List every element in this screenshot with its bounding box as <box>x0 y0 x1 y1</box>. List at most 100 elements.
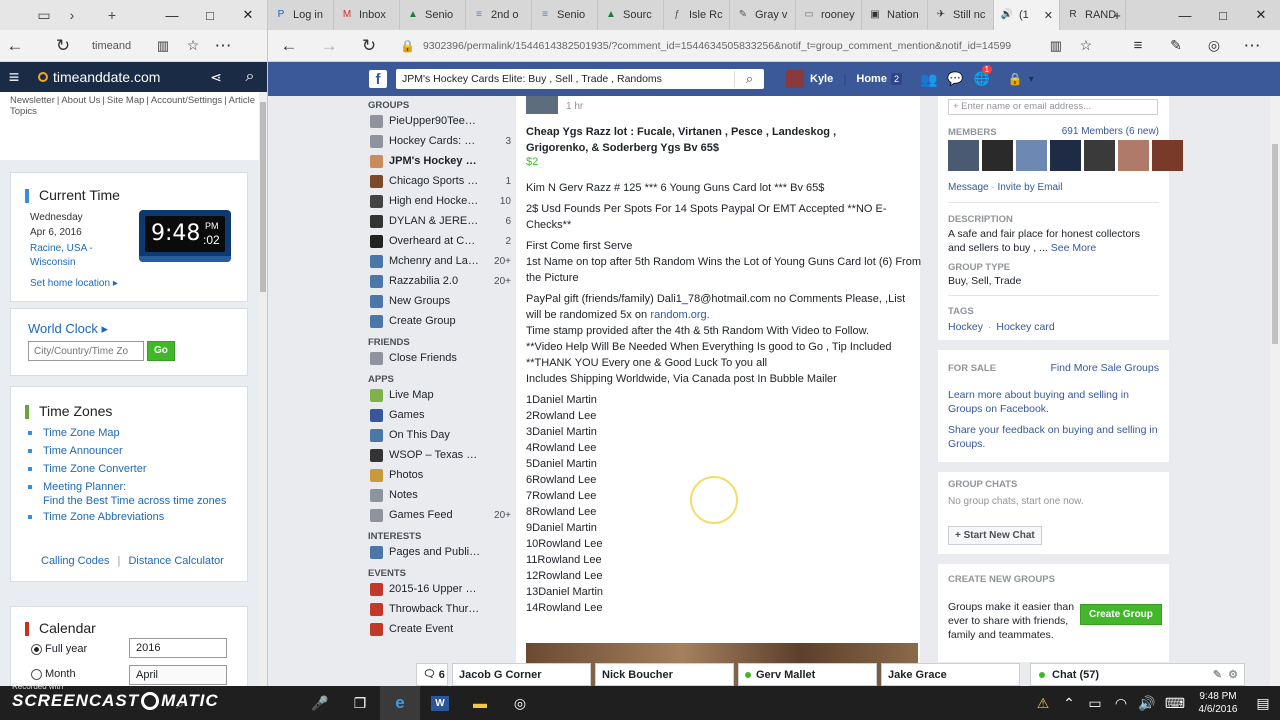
show-hidden-icons[interactable]: ⌃ <box>1056 686 1082 720</box>
member-avatar[interactable] <box>1152 140 1183 171</box>
nav-item[interactable]: Hockey Cards: Buy,... 3 <box>268 131 516 151</box>
tz-link-abbreviations[interactable]: Time Zone Abbreviations <box>25 508 245 526</box>
favorite-star-icon[interactable]: ☆ <box>1071 37 1101 54</box>
member-avatar[interactable] <box>1050 140 1081 171</box>
keyboard-icon[interactable]: ⌨ <box>1160 686 1190 720</box>
messages-icon[interactable]: 💬 <box>947 71 963 87</box>
more-menu-icon[interactable]: ⋯ <box>1237 36 1267 56</box>
close-icon[interactable]: ✕ <box>1242 7 1280 23</box>
browser-tab[interactable]: ▲ Senio <box>400 0 466 30</box>
privacy-icon[interactable]: 🔒 <box>1008 72 1023 86</box>
nav-item[interactable]: WSOP – Texas Hol... <box>268 445 516 465</box>
edge-icon[interactable]: e <box>380 686 420 720</box>
nav-item[interactable]: 2015-16 Upper De... <box>268 579 516 599</box>
invite-email-link[interactable]: Invite by Email <box>997 182 1062 193</box>
chat-sidebar-tab[interactable]: Chat (57) ✎ ⚙ <box>1030 663 1245 686</box>
notifications-icon[interactable]: 🌐 1 <box>974 65 993 87</box>
favorite-star-icon[interactable]: ☆ <box>178 37 208 54</box>
tab-close-icon[interactable]: ✕ <box>1044 9 1053 22</box>
back-arrow-icon[interactable]: ← <box>0 36 30 56</box>
new-tab-plus-icon[interactable]: + <box>98 7 126 23</box>
add-member-input[interactable]: + Enter name or email address... <box>948 99 1158 115</box>
full-year-radio[interactable] <box>31 644 42 655</box>
hub-icon[interactable]: ≡ <box>1123 37 1153 54</box>
warning-icon[interactable]: ⚠ <box>1030 686 1056 720</box>
nav-item[interactable]: JPM's Hockey Car... <box>268 151 516 171</box>
see-more-link[interactable]: See More <box>1051 242 1097 254</box>
new-message-icon[interactable]: ✎ <box>1213 668 1222 681</box>
message-link[interactable]: Message <box>948 182 989 193</box>
refresh-icon[interactable]: ↻ <box>48 36 78 56</box>
user-name-link[interactable]: Kyle <box>810 73 833 85</box>
nav-item[interactable]: DYLAN & JEREMY'... 6 <box>268 211 516 231</box>
tag-link[interactable]: Hockey card <box>996 321 1054 333</box>
friend-requests-icon[interactable]: 👥 <box>920 71 937 88</box>
settings-gear-icon[interactable]: ⚙ <box>1228 668 1238 681</box>
chat-tab[interactable]: Nick Boucher <box>595 663 734 686</box>
nav-item[interactable]: Create Group <box>268 311 516 331</box>
nav-item[interactable]: Throwback Thursd... <box>268 599 516 619</box>
chat-overflow-tab[interactable]: 🗨 6 <box>416 663 448 686</box>
post-time[interactable]: 1 hr <box>566 101 583 112</box>
create-group-button[interactable]: Create Group <box>1080 604 1162 625</box>
nav-item[interactable]: Razzabilia 2.0 20+ <box>268 271 516 291</box>
world-clock-search-input[interactable] <box>28 341 144 361</box>
share-feedback-link[interactable]: Share your feedback on buying and sellin… <box>948 423 1162 451</box>
link-newsletter[interactable]: Newsletter <box>8 95 57 106</box>
nav-item[interactable]: High end Hockey B... 10 <box>268 191 516 211</box>
url-field[interactable]: 9302396/permalink/1544614382501935/?comm… <box>423 40 1039 52</box>
member-avatar[interactable] <box>982 140 1013 171</box>
maximize-icon[interactable]: □ <box>1204 8 1242 23</box>
nav-item[interactable]: PieUpper90TeeTri... <box>268 111 516 131</box>
file-explorer-icon[interactable]: ▬ <box>460 686 500 720</box>
nav-item[interactable]: On This Day <box>268 425 516 445</box>
nav-item[interactable]: Notes <box>268 485 516 505</box>
clock[interactable]: 9:48 PM 4/6/2016 <box>1190 690 1246 716</box>
nav-item[interactable]: Chicago Sports Me... 1 <box>268 171 516 191</box>
start-new-chat-button[interactable]: + Start New Chat <box>948 526 1042 545</box>
minimize-icon[interactable]: — <box>1166 8 1204 23</box>
refresh-icon[interactable]: ↻ <box>354 36 384 56</box>
nav-item[interactable]: New Groups <box>268 291 516 311</box>
right-scrollbar[interactable] <box>1270 96 1280 686</box>
reading-view-icon[interactable]: ▥ <box>148 38 178 54</box>
link-sitemap[interactable]: Site Map <box>105 95 147 106</box>
chevron-right-icon[interactable]: › <box>58 7 86 23</box>
left-scrollbar[interactable] <box>259 92 267 686</box>
link-account[interactable]: Account/Settings <box>149 95 224 106</box>
site-name[interactable]: timeanddate.com <box>53 69 160 85</box>
link-about[interactable]: About Us <box>59 95 102 106</box>
set-home-link[interactable]: Set home location ▸ <box>30 278 118 289</box>
chevron-down-icon[interactable]: ▾ <box>1029 74 1034 85</box>
task-view-icon[interactable]: ❐ <box>340 686 380 720</box>
member-avatar[interactable] <box>1016 140 1047 171</box>
nav-item[interactable]: Overheard at Carth... 2 <box>268 231 516 251</box>
browser-tab[interactable]: P Log in <box>268 0 334 30</box>
location-link[interactable]: Racine, USA - Wisconsin <box>30 242 130 270</box>
search-icon[interactable]: ⌕ <box>734 71 764 87</box>
wifi-icon[interactable]: ◠ <box>1108 686 1134 720</box>
month-radio[interactable] <box>31 669 42 680</box>
tab-manager-icon[interactable]: ▭ <box>30 7 58 24</box>
tz-link-meeting-planner[interactable]: Meeting Planner: Find the Best Time acros… <box>25 478 245 508</box>
chat-tab[interactable]: Jacob G Corner <box>452 663 591 686</box>
browser-tab[interactable]: ✈ Still nc <box>928 0 994 30</box>
forward-arrow-icon[interactable]: → <box>314 36 344 56</box>
search-icon[interactable]: ⌕ <box>233 68 267 86</box>
member-avatar[interactable] <box>948 140 979 171</box>
link-topics[interactable]: Topics <box>8 106 39 117</box>
web-note-icon[interactable]: ✎ <box>1161 37 1191 54</box>
minimize-icon[interactable]: — <box>153 8 191 23</box>
new-tab-plus-icon[interactable]: + <box>1102 8 1132 23</box>
browser-tab[interactable]: ≡ Senio <box>532 0 598 30</box>
maximize-icon[interactable]: □ <box>191 8 229 23</box>
more-menu-icon[interactable]: ⋯ <box>208 36 238 56</box>
nav-item[interactable]: Create Event <box>268 619 516 639</box>
back-arrow-icon[interactable]: ← <box>274 36 304 56</box>
nav-item[interactable]: Games Feed 20+ <box>268 505 516 525</box>
microphone-icon[interactable]: 🎤 <box>300 686 340 720</box>
year-field[interactable]: 2016 <box>129 638 227 658</box>
avatar[interactable] <box>786 70 804 88</box>
find-more-sale-groups-link[interactable]: Find More Sale Groups <box>1050 362 1159 374</box>
battery-icon[interactable]: ▭ <box>1082 686 1108 720</box>
